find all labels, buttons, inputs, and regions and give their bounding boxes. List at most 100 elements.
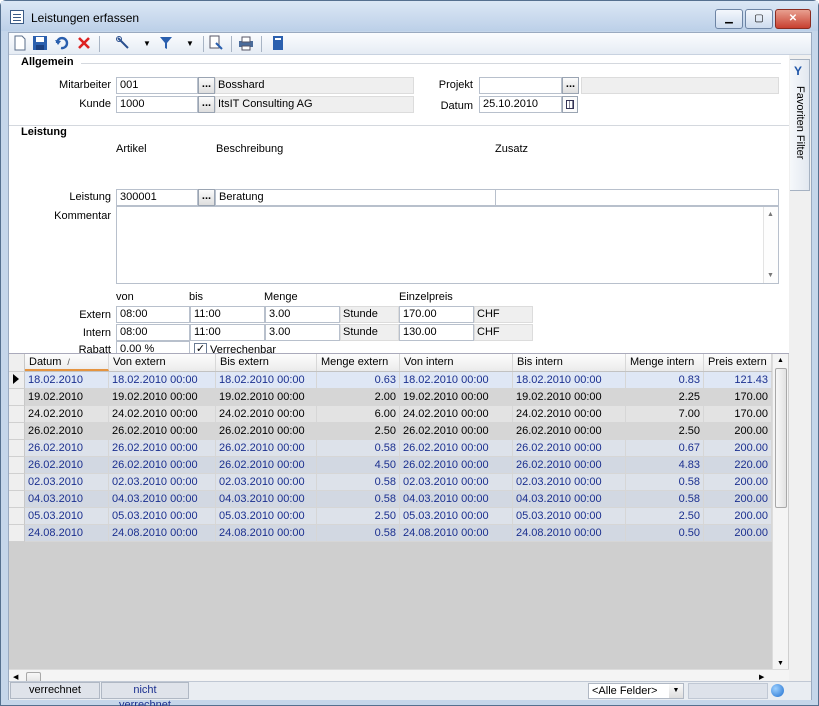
- table-cell: 200.00: [704, 474, 772, 491]
- scroll-left-icon[interactable]: ◀: [13, 673, 18, 681]
- table-row[interactable]: 19.02.2010 19.02.2010 00:00 19.02.2010 00:…: [9, 389, 772, 406]
- chevron-down-icon[interactable]: ▼: [669, 684, 683, 698]
- table-row[interactable]: 26.02.2010 26.02.2010 00:00 26.02.2010 00:…: [9, 423, 772, 440]
- table-cell: 18.02.2010: [25, 372, 109, 389]
- extern-preis-field[interactable]: 170.00: [399, 306, 474, 323]
- table-cell: 05.03.2010 00:00: [400, 508, 513, 525]
- grid-vertical-scrollbar[interactable]: ▲ ▼: [772, 354, 788, 670]
- book-icon[interactable]: [269, 35, 287, 53]
- tab-nicht-verrechnet[interactable]: nicht verrechnet: [101, 682, 189, 706]
- filter-dropdown-arrow-icon[interactable]: ▼: [181, 35, 199, 53]
- artikel-lookup-button[interactable]: ...: [198, 189, 215, 206]
- row-selector[interactable]: [9, 440, 25, 457]
- row-selector[interactable]: [9, 406, 25, 423]
- projekt-lookup-button[interactable]: ...: [562, 77, 579, 94]
- table-cell: 24.08.2010: [25, 525, 109, 542]
- table-cell: 02.03.2010 00:00: [400, 474, 513, 491]
- favoriten-filter-panel-tab[interactable]: Y Favoriten Filter: [790, 59, 810, 191]
- table-row[interactable]: 05.03.2010 05.03.2010 00:00 05.03.2010 00:…: [9, 508, 772, 525]
- table-cell: 04.03.2010 00:00: [216, 491, 317, 508]
- projekt-field[interactable]: [479, 77, 562, 94]
- column-header-bis-extern[interactable]: Bis extern: [216, 354, 317, 371]
- column-header-von-intern[interactable]: Von intern: [400, 354, 513, 371]
- table-cell: 24.08.2010 00:00: [513, 525, 626, 542]
- table-cell: 24.08.2010 00:00: [400, 525, 513, 542]
- tools-dropdown-arrow-icon[interactable]: ▼: [138, 35, 156, 53]
- column-header-von-extern[interactable]: Von extern: [109, 354, 216, 371]
- filter-icon[interactable]: [157, 35, 175, 53]
- mitarbeiter-lookup-button[interactable]: ...: [198, 77, 215, 94]
- new-document-icon[interactable]: [11, 35, 29, 53]
- zusatz-field[interactable]: [495, 189, 779, 206]
- table-row[interactable]: 24.08.2010 24.08.2010 00:00 24.08.2010 00:…: [9, 525, 772, 542]
- table-cell: 24.02.2010 00:00: [513, 406, 626, 423]
- copy-record-icon[interactable]: [207, 35, 225, 53]
- scroll-thumb[interactable]: [775, 368, 787, 508]
- table-cell: 26.02.2010: [25, 423, 109, 440]
- field-filter-combo[interactable]: <Alle Felder> ▼: [588, 683, 684, 699]
- table-cell: 05.03.2010 00:00: [513, 508, 626, 525]
- table-cell: 170.00: [704, 406, 772, 423]
- scroll-down-icon[interactable]: ▼: [777, 660, 784, 667]
- kommentar-scrollbar[interactable]: ▲ ▼: [763, 207, 778, 283]
- window-client: ▼ ▼ Allgemein Mitarbeiter 001 ... Bossha…: [8, 32, 812, 706]
- row-selector[interactable]: [9, 474, 25, 491]
- table-cell: 26.02.2010 00:00: [400, 440, 513, 457]
- table-cell: 26.02.2010: [25, 440, 109, 457]
- table-row[interactable]: 02.03.2010 02.03.2010 00:00 02.03.2010 00:…: [9, 474, 772, 491]
- table-row[interactable]: 26.02.2010 26.02.2010 00:00 26.02.2010 00:…: [9, 440, 772, 457]
- table-row[interactable]: 18.02.2010 18.02.2010 00:00 18.02.2010 00:…: [9, 372, 772, 389]
- tab-verrechnet[interactable]: verrechnet: [10, 682, 100, 699]
- save-icon[interactable]: [31, 35, 49, 53]
- close-button[interactable]: ✕: [775, 9, 811, 29]
- row-selector[interactable]: [9, 491, 25, 508]
- leistungen-grid[interactable]: Datum / Von extern Bis extern Menge extern Vo…: [9, 353, 789, 670]
- tools-icon[interactable]: [114, 35, 132, 53]
- row-selector[interactable]: [9, 389, 25, 406]
- intern-preis-field[interactable]: 130.00: [399, 324, 474, 341]
- table-row[interactable]: 24.02.2010 24.02.2010 00:00 24.02.2010 00:…: [9, 406, 772, 423]
- kommentar-textarea[interactable]: ▲ ▼: [116, 206, 779, 284]
- table-cell: 19.02.2010 00:00: [513, 389, 626, 406]
- column-header-preis-extern[interactable]: Preis extern: [704, 354, 772, 371]
- scroll-right-icon[interactable]: ▶: [759, 673, 764, 681]
- title-bar[interactable]: Leistungen erfassen ▁ ▢ ✕: [1, 1, 818, 31]
- scroll-up-icon[interactable]: ▲: [777, 357, 784, 364]
- minimize-button[interactable]: ▁: [715, 9, 743, 29]
- intern-menge-field[interactable]: 3.00: [265, 324, 340, 341]
- status-bar: verrechnet nicht verrechnet <Alle Felder…: [9, 681, 811, 706]
- row-selector[interactable]: [9, 457, 25, 474]
- kunde-field[interactable]: 1000: [116, 96, 198, 113]
- scroll-down-icon[interactable]: ▼: [767, 272, 774, 279]
- undo-icon[interactable]: [53, 35, 71, 53]
- kunde-lookup-button[interactable]: ...: [198, 96, 215, 113]
- datum-field[interactable]: 25.10.2010: [479, 96, 562, 113]
- grid-corner: [9, 354, 25, 372]
- intern-von-field[interactable]: 08:00: [116, 324, 190, 341]
- extern-bis-field[interactable]: 11:00: [190, 306, 265, 323]
- beschreibung-field[interactable]: Beratung: [215, 189, 496, 206]
- row-selector[interactable]: [9, 508, 25, 525]
- column-header-bis-intern[interactable]: Bis intern: [513, 354, 626, 371]
- column-header-datum[interactable]: Datum /: [25, 354, 109, 371]
- extern-von-field[interactable]: 08:00: [116, 306, 190, 323]
- maximize-button[interactable]: ▢: [745, 9, 773, 29]
- column-header-menge-intern[interactable]: Menge intern: [626, 354, 704, 371]
- table-row[interactable]: 26.02.2010 26.02.2010 00:00 26.02.2010 00:…: [9, 457, 772, 474]
- leistung-label: Leistung: [69, 191, 111, 203]
- section-title-allgemein: Allgemein: [21, 56, 74, 68]
- artikel-field[interactable]: 300001: [116, 189, 198, 206]
- delete-icon[interactable]: [75, 35, 93, 53]
- table-row[interactable]: 04.03.2010 04.03.2010 00:00 04.03.2010 00:…: [9, 491, 772, 508]
- row-selector[interactable]: [9, 372, 25, 389]
- column-header-menge-extern[interactable]: Menge extern: [317, 354, 400, 371]
- row-selector[interactable]: [9, 423, 25, 440]
- intern-bis-field[interactable]: 11:00: [190, 324, 265, 341]
- kunde-name: ItsIT Consulting AG: [215, 96, 414, 113]
- print-icon[interactable]: [237, 35, 255, 53]
- mitarbeiter-field[interactable]: 001: [116, 77, 198, 94]
- row-selector[interactable]: [9, 525, 25, 542]
- scroll-up-icon[interactable]: ▲: [767, 211, 774, 218]
- calendar-icon[interactable]: [562, 96, 578, 113]
- extern-menge-field[interactable]: 3.00: [265, 306, 340, 323]
